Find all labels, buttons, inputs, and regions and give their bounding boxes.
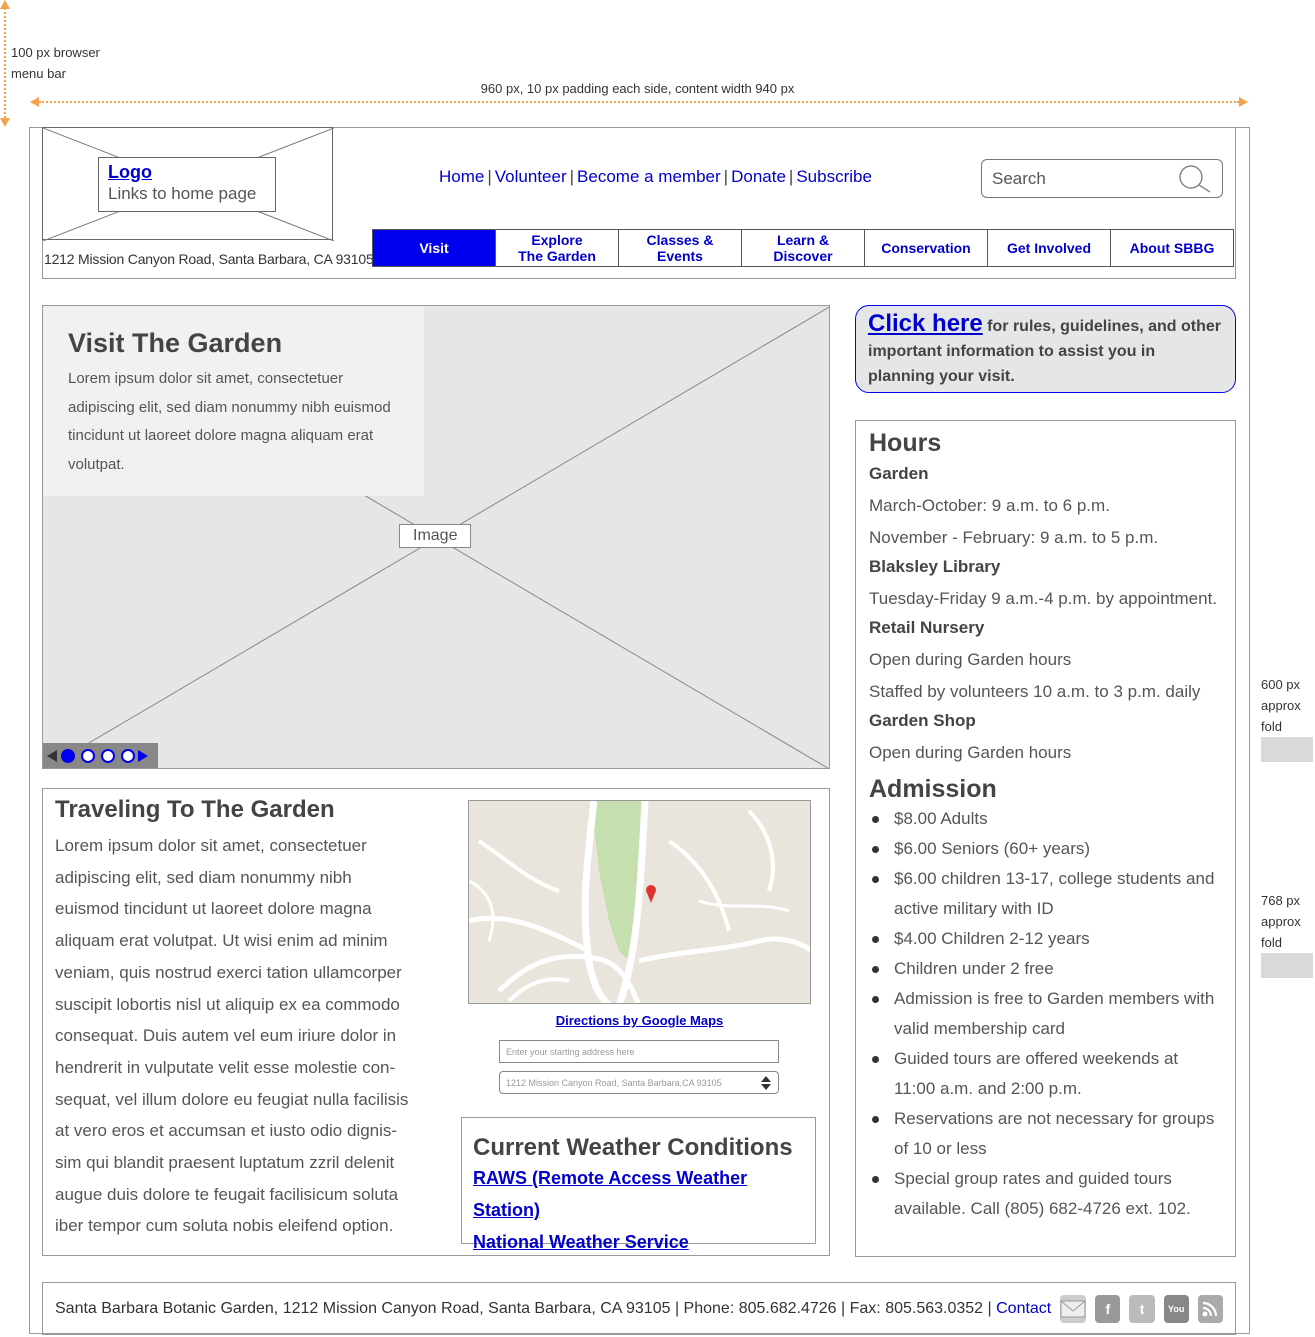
util-nav-home[interactable]: Home — [439, 167, 484, 186]
next-slide-icon[interactable] — [138, 749, 149, 762]
admission-list: $8.00 Adults $6.00 Seniors (60+ years) $… — [869, 804, 1223, 1224]
admission-item: Children under 2 free — [869, 954, 1223, 984]
facebook-icon[interactable]: f — [1095, 1294, 1121, 1323]
image-label: Image — [399, 524, 472, 548]
hero-body: Lorem ipsum dolor sit amet, consectetuer… — [68, 370, 391, 473]
admission-item: $4.00 Children 2-12 years — [869, 924, 1223, 954]
admission-item: $6.00 children 13-17, college students a… — [869, 864, 1223, 924]
hero-text-box: Visit The Garden Lorem ipsum dolor sit a… — [43, 306, 424, 496]
carousel-pager — [43, 743, 158, 768]
search-placeholder: Search — [992, 168, 1046, 188]
hours-line: Open during Garden hours — [869, 743, 1072, 762]
content-width-annotation: 960 px, 10 px padding each side, content… — [480, 81, 795, 96]
slide-dot-2[interactable] — [81, 748, 95, 763]
util-nav-donate[interactable]: Donate — [731, 167, 786, 186]
hours-nursery-heading: Retail Nursery — [869, 618, 985, 637]
weather-title: Current Weather Conditions — [473, 1134, 793, 1161]
hours-garden-heading: Garden — [869, 464, 929, 483]
fold-768-marker — [1261, 953, 1313, 978]
admission-item: Special group rates and guided tours ava… — [869, 1164, 1223, 1224]
hours-line: Staffed by volunteers 10 a.m. to 3 p.m. … — [869, 682, 1201, 701]
slide-dot-3[interactable] — [101, 748, 115, 763]
nav-classes-events[interactable]: Classes & Events — [618, 229, 742, 267]
traveling-body: Lorem ipsum dolor sit amet, consectetuer… — [55, 836, 409, 1236]
click-here-link[interactable]: Click here — [868, 310, 983, 337]
admission-item: $6.00 Seniors (60+ years) — [869, 834, 1223, 864]
youtube-icon[interactable]: You — [1163, 1294, 1189, 1323]
search-icon[interactable] — [1178, 164, 1212, 194]
admission-item: $8.00 Adults — [869, 804, 1223, 834]
util-nav-volunteer[interactable]: Volunteer — [495, 167, 567, 186]
visit-info-callout: Click here for rules, guidelines, and ot… — [855, 305, 1236, 393]
fold-768-annotation: 768 px approx fold — [1261, 893, 1301, 950]
util-nav-subscribe[interactable]: Subscribe — [796, 167, 872, 186]
hours-line: November - February: 9 a.m. to 5 p.m. — [869, 528, 1159, 547]
main-nav: Visit Explore The Garden Classes & Events … — [372, 229, 1234, 267]
map-image — [469, 801, 810, 1003]
menu-bar-arrow-down — [0, 118, 10, 127]
utility-nav: Home | Volunteer | Become a member | Donate | Su… — [439, 167, 872, 186]
admission-title: Admission — [869, 775, 997, 803]
hours-admission-panel: Hours Garden March-October: 9 a.m. to 6 … — [855, 420, 1236, 1257]
hours-title: Hours — [869, 429, 942, 457]
fold-600-annotation: 600 px approx fold — [1261, 677, 1301, 734]
slide-dot-4[interactable] — [121, 748, 135, 763]
email-icon[interactable] — [1060, 1294, 1087, 1323]
header-address: 1212 Mission Canyon Road, Santa Barbara,… — [44, 251, 374, 267]
destination-select[interactable]: 1212 Mission Canyon Road, Santa Barbara,… — [499, 1071, 779, 1094]
logo-sub: Links to home page — [108, 184, 257, 203]
width-arrow-left — [30, 97, 39, 107]
footer-info: Santa Barbara Botanic Garden, 1212 Missi… — [55, 1299, 997, 1317]
hours-line: March-October: 9 a.m. to 6 p.m. — [869, 496, 1110, 515]
nws-link[interactable]: National Weather Service — [473, 1226, 805, 1258]
hours-line: Tuesday-Friday 9 a.m.-4 p.m. by appointm… — [869, 589, 1218, 608]
hours-line: Open during Garden hours — [869, 650, 1072, 669]
search-input[interactable]: Search — [981, 159, 1223, 198]
start-address-input[interactable]: Enter your starting address here — [499, 1040, 779, 1063]
rss-icon[interactable] — [1197, 1294, 1223, 1323]
destination-value: 1212 Mission Canyon Road, Santa Barbara,… — [506, 1077, 722, 1088]
fold-600-marker — [1261, 737, 1313, 762]
logo-label: Logo Links to home page — [98, 157, 276, 212]
hours-library-heading: Blaksley Library — [869, 557, 1001, 576]
hero-carousel: Visit The Garden Lorem ipsum dolor sit a… — [42, 305, 830, 769]
twitter-icon[interactable]: t — [1129, 1294, 1155, 1323]
select-arrows-icon — [761, 1075, 771, 1090]
width-arrow-right — [1239, 97, 1248, 107]
contact-link[interactable]: Contact — [996, 1300, 1051, 1317]
google-map[interactable] — [468, 800, 811, 1004]
logo-link[interactable]: Logo — [108, 162, 266, 183]
prev-slide-icon[interactable] — [47, 749, 58, 762]
traveling-text: Traveling To The Garden Lorem ipsum dolo… — [55, 796, 410, 1242]
nav-conservation[interactable]: Conservation — [864, 229, 988, 267]
footer-text: Santa Barbara Botanic Garden, 1212 Missi… — [55, 1300, 1051, 1318]
admission-item: Admission is free to Garden members with… — [869, 984, 1223, 1044]
width-dimension-line — [39, 101, 1239, 103]
util-nav-become-member[interactable]: Become a member — [577, 167, 721, 186]
admission-item: Reservations are not necessary for group… — [869, 1104, 1223, 1164]
nav-get-involved[interactable]: Get Involved — [987, 229, 1111, 267]
traveling-title: Traveling To The Garden — [55, 796, 335, 823]
footer: Santa Barbara Botanic Garden, 1212 Missi… — [42, 1282, 1236, 1335]
nav-about-sbbg[interactable]: About SBBG — [1110, 229, 1234, 267]
slide-dot-1[interactable] — [61, 748, 75, 763]
hero-title: Visit The Garden — [68, 328, 283, 358]
raws-link[interactable]: RAWS (Remote Access Weather Station) — [473, 1162, 805, 1226]
nav-explore-garden[interactable]: Explore The Garden — [495, 229, 619, 267]
weather-box: Current Weather Conditions RAWS (Remote … — [461, 1117, 816, 1252]
hours-shop-heading: Garden Shop — [869, 711, 976, 730]
nav-learn-discover[interactable]: Learn & Discover — [741, 229, 865, 267]
admission-item: Guided tours are offered weekends at 11:… — [869, 1044, 1223, 1104]
directions-link[interactable]: Directions by Google Maps — [468, 1013, 811, 1028]
nav-visit[interactable]: Visit — [372, 229, 496, 267]
menu-bar-dimension-line — [4, 8, 6, 118]
